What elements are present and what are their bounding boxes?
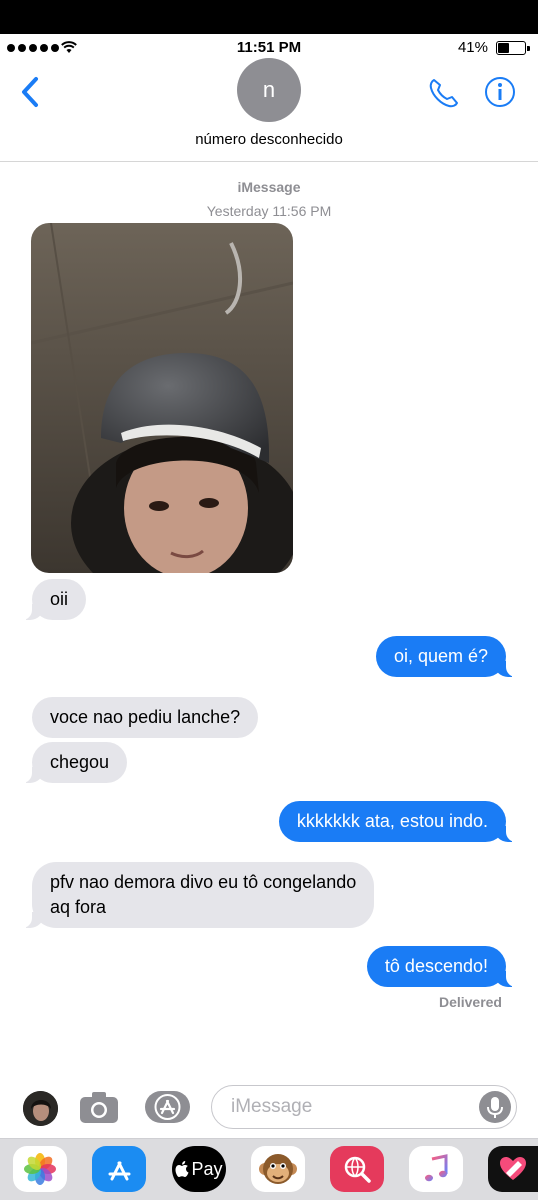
service-label: iMessage: [237, 179, 301, 195]
message-outgoing[interactable]: kkkkkkk ata, estou indo.: [278, 801, 519, 842]
message-text: tô descendo!: [384, 956, 488, 976]
delivered-status: Delivered: [438, 994, 502, 1010]
digital-touch-icon: [500, 1157, 526, 1180]
thread-timestamp: Yesterday 11:56 PM: [206, 203, 332, 219]
microphone-icon: [487, 1097, 503, 1118]
message-incoming[interactable]: voce nao pediu lanche?: [32, 697, 259, 738]
user-avatar[interactable]: [23, 1091, 58, 1126]
battery-icon: [496, 41, 530, 55]
photos-app[interactable]: [13, 1146, 67, 1192]
app-store-app[interactable]: [92, 1146, 146, 1192]
contact-avatar[interactable]: n: [237, 58, 301, 122]
message-outgoing[interactable]: tô descendo!: [366, 946, 519, 987]
app-store-button[interactable]: [145, 1091, 190, 1123]
message-incoming[interactable]: oii: [19, 579, 87, 620]
message-text: kkkkkkk ata, estou indo.: [296, 811, 488, 831]
imessage-app-drawer: Pay: [0, 1138, 538, 1200]
digital-touch-app[interactable]: [488, 1146, 538, 1192]
conversation-header: n número desconhecido: [0, 58, 538, 162]
message-input[interactable]: iMessage: [211, 1085, 517, 1129]
info-icon[interactable]: [484, 76, 516, 108]
phone-icon[interactable]: [427, 76, 461, 110]
selfie-photo: [31, 223, 293, 573]
contact-name[interactable]: número desconhecido: [0, 131, 538, 148]
apple-pay-app[interactable]: Pay: [172, 1146, 226, 1192]
web-search-app[interactable]: [330, 1146, 384, 1192]
animoji-app[interactable]: [251, 1146, 305, 1192]
message-incoming[interactable]: chegou: [19, 742, 128, 783]
message-text-line-2: aq fora: [50, 897, 107, 917]
music-app[interactable]: [409, 1146, 463, 1192]
web-search-icon: [344, 1156, 371, 1183]
message-text: oi, quem é?: [393, 646, 488, 666]
message-text: oii: [50, 589, 69, 609]
message-text-line-1: pfv nao demora divo eu tô congelando: [50, 872, 357, 892]
microphone-button[interactable]: [479, 1091, 511, 1123]
top-black-bar: [0, 0, 538, 34]
status-bar: 11:51 PM 41%: [0, 34, 538, 60]
camera-icon[interactable]: [79, 1090, 119, 1124]
music-icon: [425, 1154, 448, 1182]
app-store-icon: [108, 1161, 131, 1181]
app-store-icon: [154, 1094, 181, 1120]
apple-pay-icon: [175, 1161, 189, 1177]
photo-message[interactable]: [31, 223, 293, 573]
photos-icon: [24, 1153, 56, 1185]
back-chevron-icon[interactable]: [20, 76, 40, 108]
compose-bar: iMessage: [0, 1078, 538, 1138]
apple-pay-label: Pay: [191, 1158, 223, 1179]
message-outgoing[interactable]: oi, quem é?: [375, 636, 519, 677]
animoji-monkey-icon: [259, 1154, 297, 1184]
message-incoming[interactable]: pfv nao demora divo eu tô congelando aq …: [19, 862, 375, 928]
message-input-placeholder: iMessage: [231, 1096, 313, 1117]
contact-initial: n: [262, 77, 276, 102]
message-text: voce nao pediu lanche?: [50, 707, 241, 727]
battery-percent: 41%: [457, 39, 488, 56]
message-text: chegou: [50, 752, 110, 772]
